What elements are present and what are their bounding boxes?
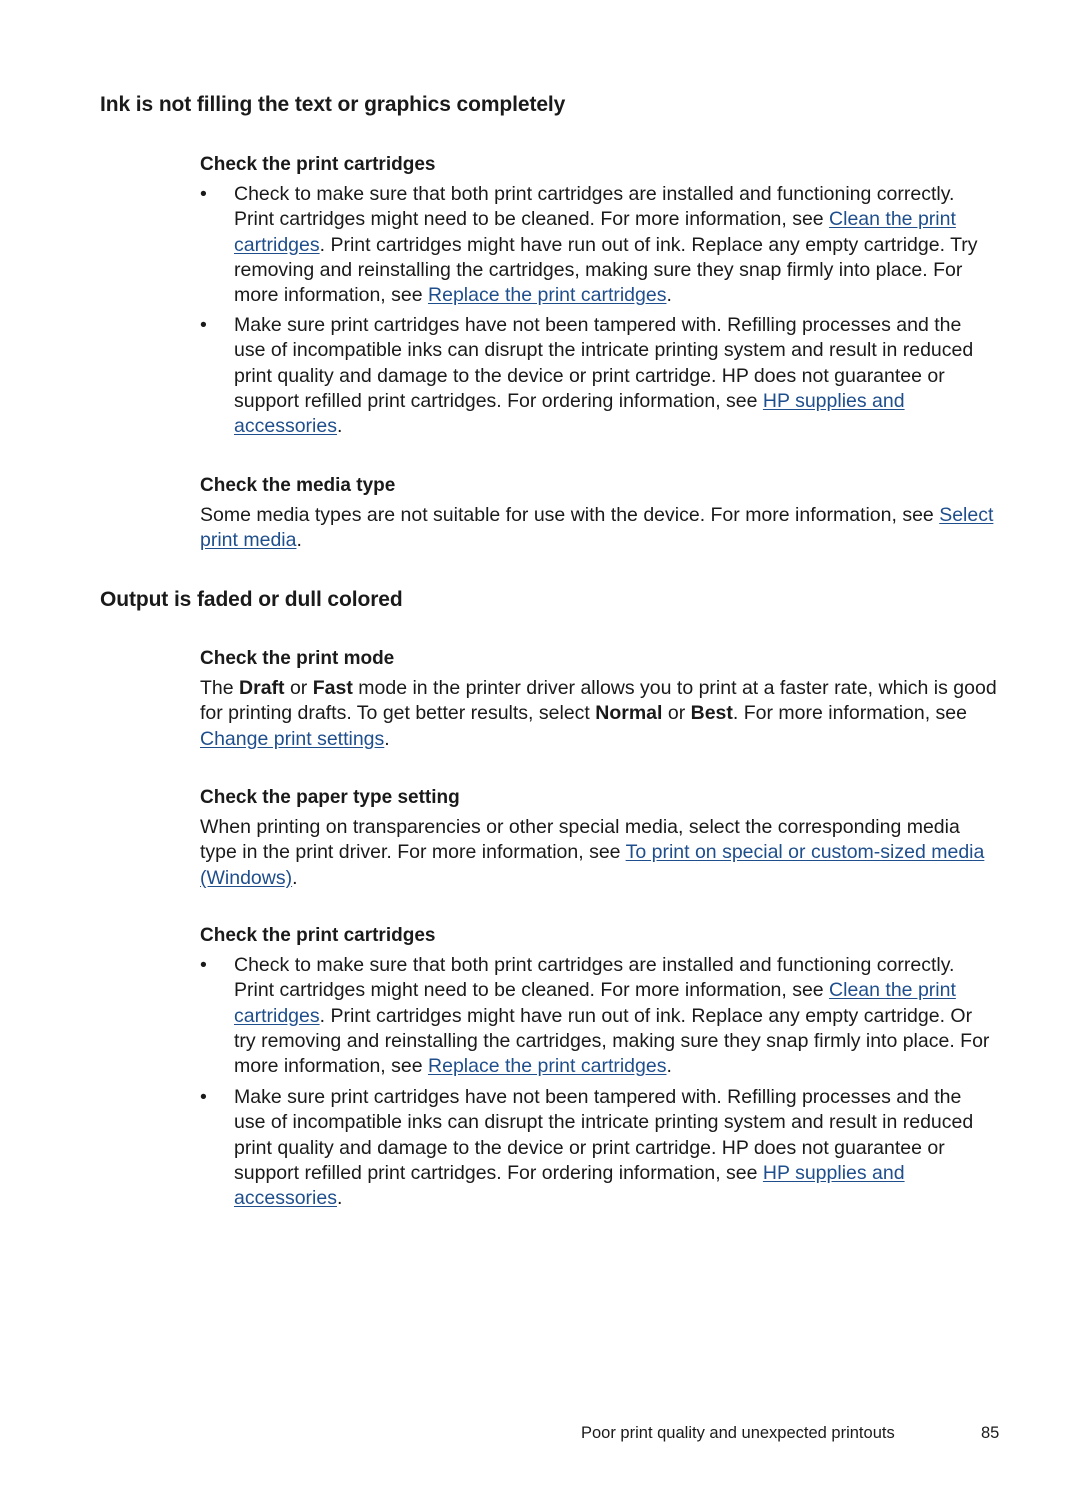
emphasis-fast: Fast	[312, 677, 353, 699]
bullet-icon: •	[200, 183, 207, 205]
footer-page-number: 85	[981, 1424, 1000, 1442]
list-item-text: Check to make sure that both print cartr…	[234, 953, 990, 1079]
list-item: • Make sure print cartridges have not be…	[200, 1085, 990, 1211]
text-run: .	[666, 1055, 672, 1078]
text-run: The	[200, 677, 240, 699]
bullet-icon: •	[200, 314, 207, 336]
list-item-text: Check to make sure that both print cartr…	[234, 182, 990, 308]
text-run: .	[666, 284, 672, 307]
list-item-text: Make sure print cartridges have not been…	[234, 313, 990, 439]
document-page: Ink is not filling the text or graphics …	[0, 0, 1080, 1495]
text-run: .	[296, 529, 302, 552]
text-run: Some media types are not suitable for us…	[200, 504, 940, 526]
emphasis-draft: Draft	[239, 677, 285, 699]
section-heading-ink-not-filling: Ink is not filling the text or graphics …	[100, 93, 566, 116]
bullet-icon: •	[200, 954, 207, 976]
text-run: .	[336, 1187, 343, 1210]
emphasis-normal: Normal	[595, 702, 663, 725]
bullet-icon: •	[200, 1086, 207, 1108]
subheading-check-paper-type: Check the paper type setting	[200, 787, 460, 808]
list-item: • Check to make sure that both print car…	[200, 182, 990, 308]
text-run: .	[336, 415, 343, 438]
text-run: .	[292, 866, 298, 889]
text-run: or	[662, 702, 691, 725]
section-heading-output-faded: Output is faded or dull colored	[100, 588, 403, 611]
subheading-check-print-cartridges-2: Check the print cartridges	[200, 925, 436, 946]
text-run: or	[284, 677, 313, 699]
link-replace-print-cartridges[interactable]: Replace the print cartridges	[428, 1055, 666, 1077]
list-item: • Check to make sure that both print car…	[200, 953, 990, 1079]
text-run: .	[384, 727, 390, 750]
list-item-text: Make sure print cartridges have not been…	[234, 1085, 990, 1211]
paragraph-media-type: Some media types are not suitable for us…	[200, 503, 1000, 554]
subheading-check-print-mode: Check the print mode	[200, 648, 395, 669]
link-change-print-settings[interactable]: Change print settings	[200, 728, 384, 750]
subheading-check-print-cartridges-1: Check the print cartridges	[200, 154, 436, 175]
link-replace-print-cartridges[interactable]: Replace the print cartridges	[428, 284, 666, 306]
list-item: • Make sure print cartridges have not be…	[200, 313, 990, 439]
text-run: . For more information, see	[732, 702, 967, 725]
emphasis-best: Best	[690, 702, 733, 725]
subheading-check-media-type: Check the media type	[200, 475, 396, 496]
footer-chapter-title: Poor print quality and unexpected printo…	[581, 1424, 895, 1442]
paragraph-print-mode: The Draft or Fast mode in the printer dr…	[200, 676, 1000, 752]
paragraph-paper-type: When printing on transparencies or other…	[200, 815, 1000, 891]
